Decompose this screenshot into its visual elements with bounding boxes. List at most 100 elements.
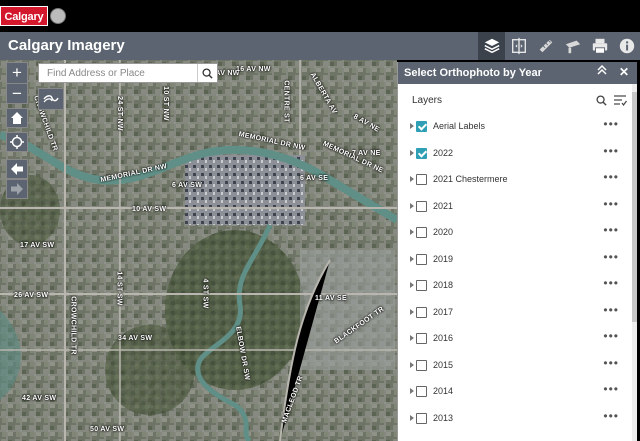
layer-label: 2021 Chestermere <box>433 174 508 184</box>
search-input[interactable] <box>39 64 197 82</box>
aerial-imagery[interactable] <box>0 60 397 441</box>
expand-caret-icon[interactable] <box>410 414 414 421</box>
layer-more-options-button[interactable]: ••• <box>603 356 619 370</box>
search-icon <box>202 67 213 79</box>
layer-label: 2013 <box>433 412 454 423</box>
close-panel-button[interactable]: ✕ <box>619 65 629 79</box>
expand-caret-icon[interactable] <box>410 149 414 156</box>
expand-caret-icon[interactable] <box>410 229 414 235</box>
layers-button[interactable] <box>478 32 505 60</box>
expand-caret-icon[interactable] <box>410 255 414 262</box>
expand-caret-icon[interactable] <box>410 335 414 341</box>
search-button[interactable] <box>197 64 217 82</box>
search-box <box>38 63 218 83</box>
layer-list: Aerial Labels ••• 2022 ••• 2021 Chestermere •… <box>398 114 633 432</box>
top-bar: Calgary <box>0 0 640 32</box>
layer-row[interactable]: 2021 Chestermere ••• <box>398 167 633 194</box>
expand-caret-icon[interactable] <box>410 308 414 315</box>
layer-checkbox[interactable] <box>416 280 427 291</box>
road-label: 24 ST NW <box>115 96 123 131</box>
layer-checkbox[interactable] <box>416 253 427 265</box>
layer-more-options-button[interactable]: ••• <box>603 382 619 396</box>
road-label: CENTRE ST <box>282 80 290 123</box>
layer-more-options-button[interactable]: ••• <box>603 409 619 423</box>
layer-label: Aerial Labels <box>433 121 486 131</box>
layer-checkbox[interactable] <box>416 386 427 397</box>
map-view[interactable]: MEMORIAL DR NW MEMORIAL DR NW MEMORIAL D… <box>0 60 397 441</box>
swipe-icon <box>511 37 526 55</box>
layer-more-options-button[interactable]: ••• <box>603 144 619 158</box>
locate-button[interactable] <box>6 132 28 152</box>
layer-row[interactable]: 2014 ••• <box>398 379 633 406</box>
layer-options-button[interactable] <box>614 93 627 111</box>
layer-search-button[interactable] <box>596 93 607 111</box>
road-label: 17 AV SW <box>20 242 55 249</box>
layer-more-options-button[interactable]: ••• <box>603 170 619 184</box>
expand-caret-icon[interactable] <box>410 388 414 394</box>
city-seal-icon <box>50 8 66 24</box>
panel-title: Select Orthophoto by Year <box>404 67 542 79</box>
about-button[interactable] <box>613 32 640 60</box>
measure-icon <box>539 39 552 53</box>
layer-row[interactable]: 2020 ••• <box>398 220 633 247</box>
measure-button[interactable] <box>532 32 559 60</box>
chevron-double-up-icon <box>597 64 607 75</box>
calgary-logo[interactable]: Calgary <box>0 6 48 26</box>
arrow-right-icon <box>11 183 23 195</box>
layer-checkbox[interactable] <box>416 227 427 238</box>
road-label: 42 AV SW <box>22 395 57 402</box>
print-button[interactable] <box>586 32 613 60</box>
layer-checkbox[interactable] <box>416 121 427 132</box>
expand-caret-icon[interactable] <box>410 176 414 182</box>
expand-caret-icon[interactable] <box>410 282 414 288</box>
layer-checkbox[interactable] <box>416 359 427 371</box>
layer-label: 2014 <box>433 386 454 396</box>
layer-label: 2016 <box>433 333 454 343</box>
layer-row[interactable]: 2019 ••• <box>398 247 633 274</box>
layer-more-options-button[interactable]: ••• <box>603 303 619 317</box>
layer-checkbox[interactable] <box>416 147 427 159</box>
next-extent-button[interactable] <box>6 179 28 199</box>
layer-row[interactable]: 2015 ••• <box>398 353 633 380</box>
previous-extent-button[interactable] <box>6 159 28 179</box>
swipe-button[interactable] <box>505 32 532 60</box>
layer-checkbox[interactable] <box>416 333 427 344</box>
layer-row[interactable]: 2022 ••• <box>398 141 633 168</box>
expand-caret-icon[interactable] <box>410 123 414 129</box>
layer-checkbox[interactable] <box>416 200 427 212</box>
zoom-in-button[interactable]: + <box>7 63 27 83</box>
home-button[interactable] <box>6 108 28 128</box>
layer-more-options-button[interactable]: ••• <box>603 329 619 343</box>
layer-more-options-button[interactable]: ••• <box>603 250 619 264</box>
layer-row[interactable]: 2016 ••• <box>398 326 633 353</box>
layer-row[interactable]: 2021 ••• <box>398 194 633 221</box>
draw-button[interactable] <box>559 32 586 60</box>
road-label: 14 ST SW <box>115 271 123 306</box>
road-label: 10 ST NW <box>161 86 169 121</box>
panel-scrollbar-thumb[interactable] <box>632 92 637 322</box>
layer-row[interactable]: Aerial Labels ••• <box>398 114 633 141</box>
layer-row[interactable]: 2017 ••• <box>398 300 633 327</box>
app-title: Calgary Imagery <box>8 37 125 54</box>
layer-row[interactable]: 2013 ••• <box>398 406 633 433</box>
layer-more-options-button[interactable]: ••• <box>603 197 619 211</box>
road-label: 50 AV SW <box>90 426 125 433</box>
layer-checkbox[interactable] <box>416 174 427 185</box>
layers-title: Layers <box>412 95 443 106</box>
layer-more-options-button[interactable]: ••• <box>603 276 619 290</box>
layer-checkbox[interactable] <box>416 306 427 318</box>
expand-caret-icon[interactable] <box>410 361 414 368</box>
collapse-panel-button[interactable] <box>597 64 607 78</box>
search-icon <box>596 95 607 106</box>
layer-checkbox[interactable] <box>416 412 427 424</box>
zoom-out-button[interactable]: − <box>7 84 27 104</box>
header-toolbar <box>478 32 640 60</box>
layer-row[interactable]: 2018 ••• <box>398 273 633 300</box>
draw-icon <box>565 40 580 54</box>
basemap-toggle-button[interactable] <box>38 88 64 110</box>
info-icon <box>619 38 634 54</box>
layer-more-options-button[interactable]: ••• <box>603 117 619 131</box>
layer-more-options-button[interactable]: ••• <box>603 223 619 237</box>
expand-caret-icon[interactable] <box>410 202 414 209</box>
arrow-left-icon <box>11 163 23 175</box>
